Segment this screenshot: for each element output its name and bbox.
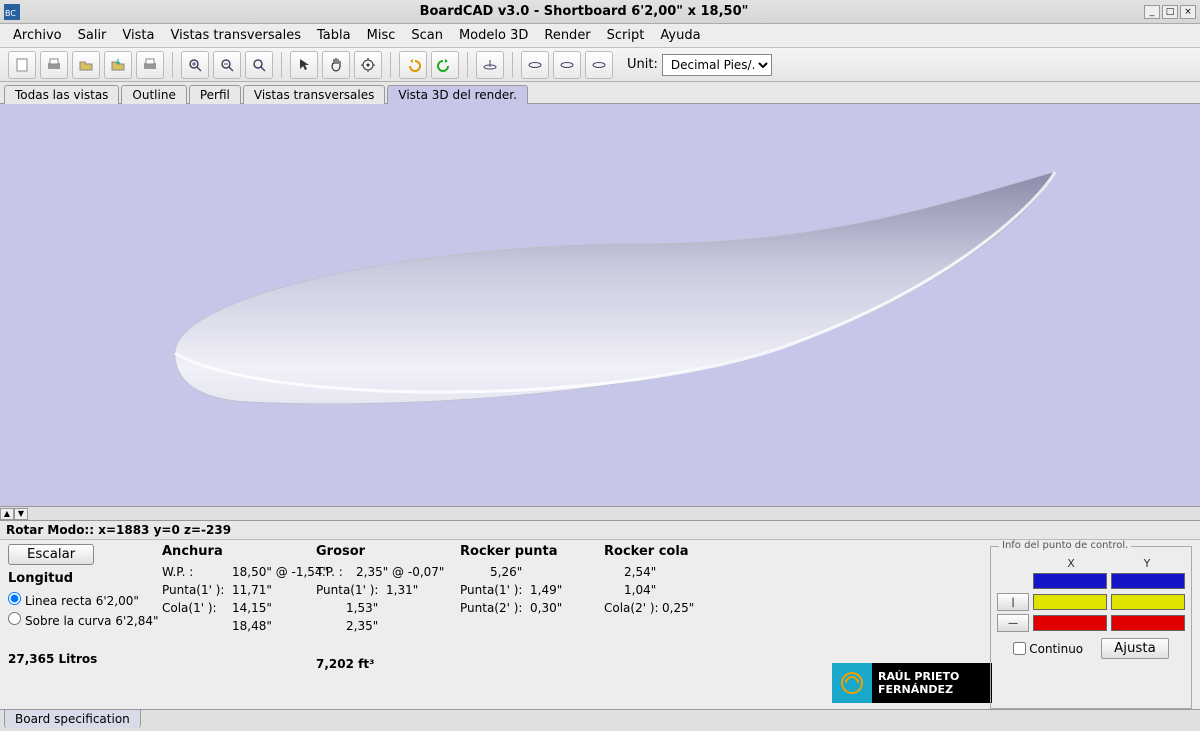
- open-button[interactable]: [72, 51, 100, 79]
- view2-button[interactable]: [553, 51, 581, 79]
- red-pre-button[interactable]: —: [997, 614, 1029, 632]
- menu-misc[interactable]: Misc: [360, 26, 403, 45]
- toolbar: Unit: Decimal Pies/...: [0, 48, 1200, 82]
- swatch-blue-x[interactable]: [1033, 573, 1107, 589]
- profile1-button[interactable]: [476, 51, 504, 79]
- print2-button[interactable]: [136, 51, 164, 79]
- bottom-tabs: Board specification: [0, 709, 1200, 731]
- control-point-info: Info del punto de control. XY | — Contin…: [990, 546, 1192, 709]
- svg-text:BC: BC: [5, 9, 16, 18]
- continuo-checkbox[interactable]: Continuo: [1013, 642, 1083, 656]
- volume-ft3: 7,202 ft³: [316, 657, 456, 671]
- menu-archivo[interactable]: Archivo: [6, 26, 69, 45]
- spec-panel: Escalar Longitud Linea recta 6'2,00" Sob…: [0, 539, 1200, 709]
- print-button[interactable]: [40, 51, 68, 79]
- swatch-red-y[interactable]: [1111, 615, 1185, 631]
- ctrl-legend: Info del punto de control.: [999, 540, 1131, 551]
- tab-board-specification[interactable]: Board specification: [4, 710, 141, 728]
- menu-tabla[interactable]: Tabla: [310, 26, 358, 45]
- scroll-down-button[interactable]: ▼: [14, 508, 28, 520]
- longitud-label: Longitud: [8, 571, 158, 586]
- menu-scan[interactable]: Scan: [404, 26, 450, 45]
- view1-button[interactable]: [521, 51, 549, 79]
- zoom-out-button[interactable]: [213, 51, 241, 79]
- pan-button[interactable]: [322, 51, 350, 79]
- anchura-title: Anchura: [162, 544, 312, 559]
- menu-vista[interactable]: Vista: [115, 26, 161, 45]
- zoom-in-button[interactable]: [181, 51, 209, 79]
- grosor-title: Grosor: [316, 544, 456, 559]
- titlebar: BC BoardCAD v3.0 - Shortboard 6'2,00" x …: [0, 0, 1200, 24]
- tab-vistas-transversales[interactable]: Vistas transversales: [243, 85, 386, 104]
- menubar: Archivo Salir Vista Vistas transversales…: [0, 24, 1200, 48]
- rotate-button[interactable]: [354, 51, 382, 79]
- author-logo: RAÚL PRIETOFERNÁNDEZ: [832, 663, 992, 703]
- 3d-viewport[interactable]: [0, 104, 1200, 507]
- save-button[interactable]: [104, 51, 132, 79]
- sobre-curva-label: Sobre la curva 6'2,84": [25, 614, 159, 628]
- tab-outline[interactable]: Outline: [121, 85, 186, 104]
- app-icon: BC: [4, 4, 20, 20]
- undo-button[interactable]: [399, 51, 427, 79]
- swatch-yellow-y[interactable]: [1111, 594, 1185, 610]
- escalar-button[interactable]: Escalar: [8, 544, 94, 565]
- redo-button[interactable]: [431, 51, 459, 79]
- swatch-red-x[interactable]: [1033, 615, 1107, 631]
- menu-render[interactable]: Render: [537, 26, 597, 45]
- tab-perfil[interactable]: Perfil: [189, 85, 241, 104]
- tab-todas-las-vistas[interactable]: Todas las vistas: [4, 85, 119, 104]
- scroll-strip: ▲ ▼: [0, 507, 1200, 521]
- logo-icon: [832, 663, 872, 703]
- maximize-button[interactable]: □: [1162, 5, 1178, 19]
- close-button[interactable]: ×: [1180, 5, 1196, 19]
- view-tabs: Todas las vistas Outline Perfil Vistas t…: [0, 82, 1200, 104]
- menu-vistas-transversales[interactable]: Vistas transversales: [163, 26, 308, 45]
- linea-recta-radio[interactable]: [8, 592, 21, 605]
- scroll-up-button[interactable]: ▲: [0, 508, 14, 520]
- menu-salir[interactable]: Salir: [71, 26, 114, 45]
- pointer-button[interactable]: [290, 51, 318, 79]
- sobre-curva-radio[interactable]: [8, 612, 21, 625]
- unit-select[interactable]: Decimal Pies/...: [662, 54, 772, 76]
- unit-label: Unit:: [627, 57, 658, 72]
- menu-ayuda[interactable]: Ayuda: [653, 26, 707, 45]
- yellow-pre-button[interactable]: |: [997, 593, 1029, 611]
- menu-script[interactable]: Script: [600, 26, 652, 45]
- zoom-fit-button[interactable]: [245, 51, 273, 79]
- window-title: BoardCAD v3.0 - Shortboard 6'2,00" x 18,…: [26, 4, 1142, 19]
- volume-litros: 27,365 Litros: [8, 652, 158, 666]
- ajusta-button[interactable]: Ajusta: [1101, 638, 1169, 659]
- new-button[interactable]: [8, 51, 36, 79]
- swatch-blue-y[interactable]: [1111, 573, 1185, 589]
- menu-modelo-3d[interactable]: Modelo 3D: [452, 26, 535, 45]
- linea-recta-label: Linea recta 6'2,00": [25, 594, 139, 608]
- rocker-cola-title: Rocker cola: [604, 544, 724, 559]
- swatch-yellow-x[interactable]: [1033, 594, 1107, 610]
- minimize-button[interactable]: _: [1144, 5, 1160, 19]
- rocker-punta-title: Rocker punta: [460, 544, 600, 559]
- status-text: Rotar Modo:: x=1883 y=0 z=-239: [0, 521, 1200, 539]
- tab-vista-3d-render[interactable]: Vista 3D del render.: [387, 85, 528, 104]
- view3-button[interactable]: [585, 51, 613, 79]
